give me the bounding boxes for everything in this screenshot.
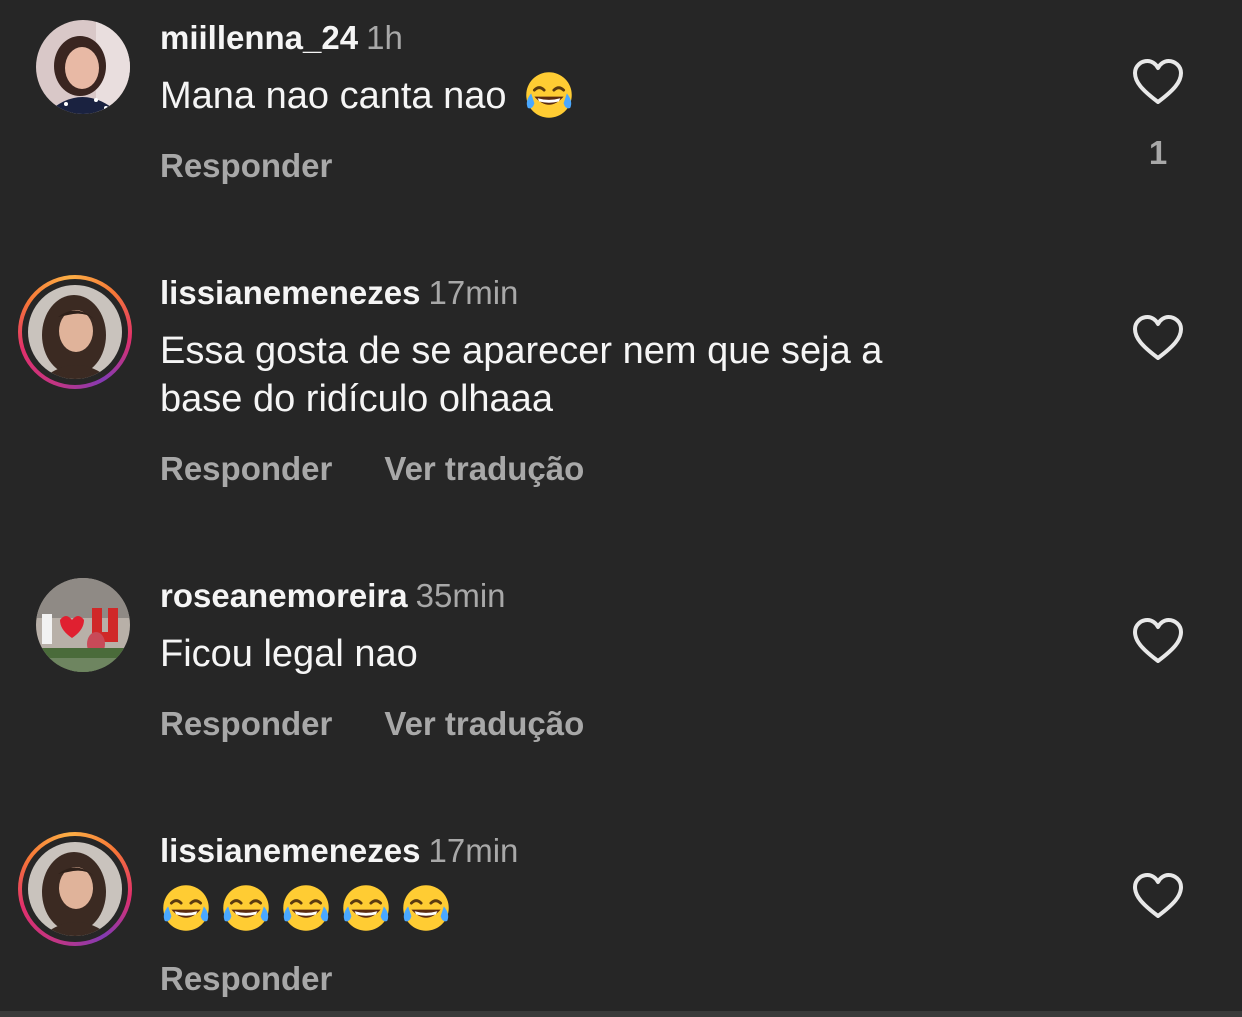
emoji-row: [160, 882, 452, 934]
avatar[interactable]: [36, 20, 130, 114]
reply-button[interactable]: Responder: [160, 959, 332, 999]
comment-actions: Responder: [160, 959, 332, 999]
avatar[interactable]: [36, 578, 130, 672]
username[interactable]: roseanemoreira: [160, 577, 408, 614]
comment-text: Mana nao canta nao: [160, 72, 1060, 121]
comment-text-content: Mana nao canta nao: [160, 75, 507, 117]
see-translation-button[interactable]: Ver tradução: [384, 449, 584, 489]
comment-text-content: Ficou legal nao: [160, 633, 418, 675]
comment-header: miillenna_24 1h: [160, 18, 403, 58]
comment-actions: Responder: [160, 146, 332, 186]
timestamp: 35min: [415, 577, 506, 614]
comment-actions: Responder Ver tradução: [160, 449, 584, 489]
face-with-tears-of-joy-icon: [523, 69, 575, 121]
reply-button[interactable]: Responder: [160, 146, 332, 186]
avatar: [28, 842, 122, 936]
timestamp: 17min: [428, 832, 519, 869]
divider: [0, 1011, 1242, 1017]
comment-header: lissianemenezes 17min: [160, 831, 518, 871]
see-translation-button[interactable]: Ver tradução: [384, 704, 584, 744]
face-with-tears-of-joy-icon: [220, 882, 272, 934]
comment-text: Ficou legal nao: [160, 630, 1060, 678]
face-with-tears-of-joy-icon: [340, 882, 392, 934]
story-ring[interactable]: [18, 275, 132, 389]
username[interactable]: lissianemenezes: [160, 832, 421, 869]
story-ring[interactable]: [18, 832, 132, 946]
comment-text-line: base do ridículo olhaaa: [160, 378, 553, 420]
comment-header: lissianemenezes 17min: [160, 273, 518, 313]
timestamp: 1h: [366, 19, 403, 56]
heart-outline-icon[interactable]: [1132, 314, 1184, 362]
reply-button[interactable]: Responder: [160, 449, 332, 489]
comment-actions: Responder Ver tradução: [160, 704, 584, 744]
comment-header: roseanemoreira 35min: [160, 576, 506, 616]
face-with-tears-of-joy-icon: [280, 882, 332, 934]
heart-outline-icon[interactable]: [1132, 617, 1184, 665]
face-with-tears-of-joy-icon: [400, 882, 452, 934]
timestamp: 17min: [428, 274, 519, 311]
face-with-tears-of-joy-icon: [160, 882, 212, 934]
reply-button[interactable]: Responder: [160, 704, 332, 744]
heart-outline-icon[interactable]: [1132, 58, 1184, 106]
avatar: [28, 285, 122, 379]
comment-text: Essa gosta de se aparecer nem que seja a…: [160, 327, 1060, 423]
heart-outline-icon[interactable]: [1132, 872, 1184, 920]
comment-text-line: Essa gosta de se aparecer nem que seja a: [160, 330, 883, 372]
username[interactable]: miillenna_24: [160, 19, 358, 56]
username[interactable]: lissianemenezes: [160, 274, 421, 311]
like-count: 1: [1148, 134, 1168, 171]
